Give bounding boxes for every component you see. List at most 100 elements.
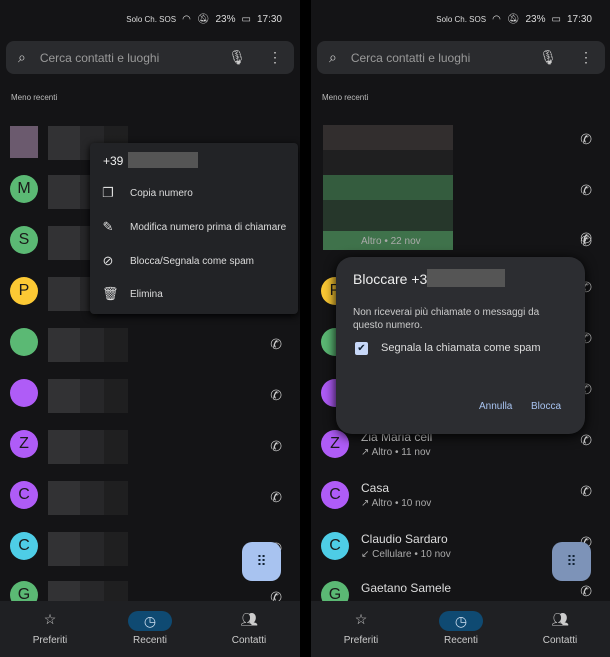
contact-name: Casa: [361, 481, 390, 495]
nav-recenti[interactable]: ◷ Recenti: [110, 611, 190, 646]
avatar: Z: [10, 430, 38, 458]
phone-icon[interactable]: ✆: [580, 182, 592, 199]
search-bar[interactable]: ⌕ Cerca contatti e luoghi 🎙︎ ⋮: [317, 41, 605, 74]
menu-label: Modifica numero prima di chiamare: [130, 221, 287, 233]
search-bar[interactable]: ⌕ Cerca contatti e luoghi 🎙︎ ⋮: [6, 41, 294, 74]
search-icon: ⌕: [18, 49, 26, 65]
cancel-button[interactable]: Annulla: [479, 401, 512, 412]
dialpad-icon: ⠿: [566, 553, 577, 569]
phone-icon[interactable]: ✆: [580, 432, 592, 449]
nav-recenti[interactable]: ◷ Recenti: [421, 611, 501, 646]
menu-item-block[interactable]: ⊘ Blocca/Segnala come spam: [102, 253, 254, 269]
wifi-icon: ◠: [182, 14, 191, 25]
mic-icon[interactable]: 🎙︎: [228, 49, 246, 66]
contacts-icon: 👥︎: [240, 611, 258, 627]
phone-icon[interactable]: ✆: [580, 583, 592, 600]
nav-label: Contatti: [542, 635, 578, 646]
phone-icon[interactable]: ✆: [270, 387, 282, 404]
trash-icon: 🗑︎: [102, 286, 119, 301]
call-log-row[interactable]: Z Zia Maria cell ↗ Altro • 11 nov ✆: [311, 430, 610, 474]
menu-number: +39: [103, 154, 124, 168]
phone-icon[interactable]: ✆: [580, 233, 592, 250]
avatar: C: [10, 532, 38, 560]
dialog-message: Non riceverai più chiamate o messaggi da…: [353, 307, 540, 331]
redacted-name: [48, 430, 128, 464]
phone-icon[interactable]: ✆: [270, 489, 282, 506]
avatar: [10, 328, 38, 356]
spam-checkbox[interactable]: ✔: [355, 342, 368, 355]
call-details: ↙ Cellulare • 10 nov: [361, 549, 451, 560]
status-bar: Solo Ch. SOS ◠ 🔕︎ 23% ▭ 17:30: [126, 14, 282, 25]
context-menu: +39 ❐ Copia numero ✎ Modifica numero prima…: [90, 143, 298, 314]
star-icon: ☆: [354, 611, 368, 627]
avatar: Z: [321, 430, 349, 458]
contact-name: Claudio Sardaro: [361, 532, 448, 546]
redacted-name: [48, 379, 128, 413]
avatar: [10, 379, 38, 407]
redacted-name: [48, 532, 128, 566]
wifi-icon: ◠: [492, 14, 501, 25]
avatar: C: [321, 481, 349, 509]
clock-icon: ◷: [439, 611, 483, 631]
phone-icon[interactable]: ✆: [270, 336, 282, 353]
menu-label: Blocca/Segnala come spam: [130, 255, 254, 267]
mute-icon: 🔕︎: [196, 14, 210, 25]
more-icon[interactable]: ⋮: [579, 49, 593, 66]
spam-checkbox-label[interactable]: Segnala la chiamata come spam: [381, 342, 541, 354]
right-screen: Solo Ch. SOS ◠ 🔕︎ 23% ▭ 17:30 ⌕ Cerca contatti…: [311, 0, 610, 657]
search-icon: ⌕: [329, 49, 337, 65]
battery-icon: ▭: [551, 14, 561, 25]
mic-icon[interactable]: 🎙︎: [539, 49, 557, 66]
nav-label: Recenti: [444, 635, 478, 646]
redacted-name: [48, 481, 128, 515]
nav-contatti[interactable]: 👥︎ Contatti: [209, 611, 289, 646]
nav-preferiti[interactable]: ☆ Preferiti: [321, 611, 401, 646]
redacted-number: [128, 152, 198, 168]
battery: 23%: [525, 14, 546, 25]
phone-icon[interactable]: ✆: [580, 483, 592, 500]
avatar: C: [321, 532, 349, 560]
nav-contatti[interactable]: 👥︎ Contatti: [520, 611, 600, 646]
menu-label: Copia numero: [130, 187, 193, 199]
dialog-title: Bloccare +39: [353, 271, 436, 287]
nav-preferiti[interactable]: ☆ Preferiti: [10, 611, 90, 646]
carrier: Solo Ch. SOS: [436, 15, 487, 24]
section-label: Meno recenti: [322, 93, 369, 102]
menu-item-delete[interactable]: 🗑︎ Elimina: [102, 286, 163, 302]
pencil-icon: ✎: [102, 219, 114, 234]
avatar: M: [10, 175, 38, 203]
call-log-row[interactable]: C Casa ↗ Altro • 10 nov ✆: [311, 481, 610, 525]
contact-name: Gaetano Samele: [361, 581, 452, 595]
call-log-row[interactable]: ✆: [0, 328, 300, 372]
call-log-row[interactable]: C✆: [0, 481, 300, 525]
avatar: [10, 126, 38, 158]
menu-item-edit[interactable]: ✎ Modifica numero prima di chiamare: [102, 219, 287, 235]
section-label: Meno recenti: [11, 93, 58, 102]
contacts-icon: 👥︎: [551, 611, 569, 627]
more-icon[interactable]: ⋮: [268, 49, 282, 66]
phone-icon[interactable]: ✆: [580, 131, 592, 148]
copy-icon: ❐: [102, 185, 114, 200]
mute-icon: 🔕︎: [506, 14, 520, 25]
redacted-name: [48, 328, 128, 362]
menu-item-copy[interactable]: ❐ Copia numero: [102, 185, 193, 201]
redacted-number: [427, 269, 505, 287]
call-details: Altro • 22 nov: [361, 236, 421, 247]
call-log-row[interactable]: ✆: [0, 379, 300, 423]
block-button[interactable]: Blocca: [531, 401, 561, 412]
time: 17:30: [566, 14, 592, 25]
search-input[interactable]: Cerca contatti e luoghi: [40, 51, 228, 65]
avatar: C: [10, 481, 38, 509]
call-log-row[interactable]: Z ✆: [0, 430, 300, 474]
menu-label: Elimina: [130, 288, 163, 300]
dialpad-button[interactable]: ⠿: [242, 542, 281, 581]
status-bar: Solo Ch. SOS ◠ 🔕︎ 23% ▭ 17:30: [436, 14, 592, 25]
nav-label: Preferiti: [343, 635, 379, 646]
dialpad-button[interactable]: ⠿: [552, 542, 591, 581]
block-icon: ⊘: [102, 253, 114, 268]
carrier: Solo Ch. SOS: [126, 15, 177, 24]
phone-icon[interactable]: ✆: [270, 438, 282, 455]
block-dialog: Bloccare +39 Non riceverai più chiamate …: [336, 257, 585, 434]
search-input[interactable]: Cerca contatti e luoghi: [351, 51, 539, 65]
left-screen: Solo Ch. SOS ◠ 🔕︎ 23% ▭ 17:30 ⌕ Cerca contatti…: [0, 0, 300, 657]
